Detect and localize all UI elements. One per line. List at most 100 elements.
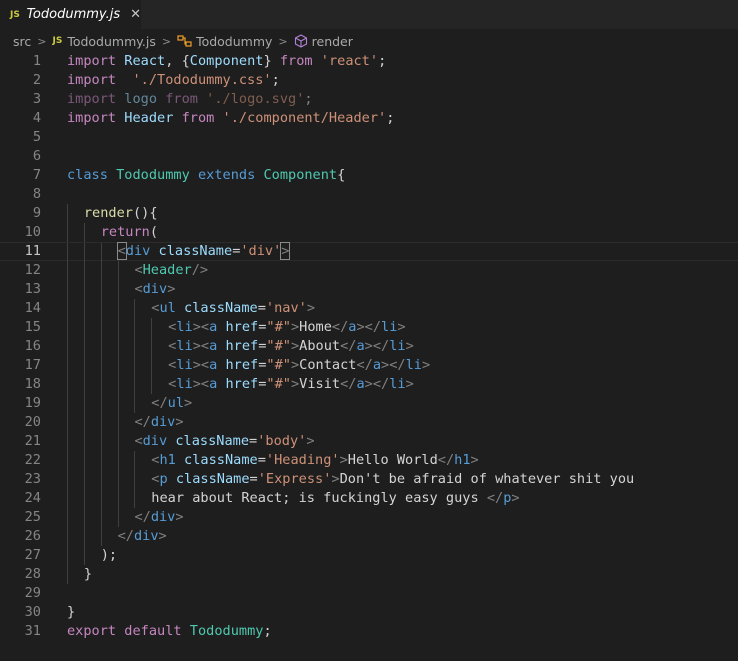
indent-guide (83, 356, 85, 375)
code-line[interactable]: 29 (0, 584, 738, 603)
indent-guide (67, 527, 68, 546)
code-line[interactable]: 20 </div> (0, 413, 738, 432)
line-number: 7 (32, 167, 41, 183)
code-line[interactable]: 17 <li><a href="#">Contact</a></li> (0, 356, 738, 375)
code-line[interactable]: 18 <li><a href="#">Visit</a></li> (0, 375, 738, 394)
indent-guide (67, 337, 68, 356)
code-token: = (257, 300, 266, 316)
code-line[interactable]: 28} (0, 565, 738, 584)
code-token: Tododummy (116, 167, 190, 183)
code-content: import Header from './component/Header'; (67, 109, 394, 128)
line-number: 21 (24, 433, 41, 449)
code-line[interactable]: 24 hear about React; is fuckingly easy gu… (0, 489, 738, 508)
indent-guide (67, 546, 68, 565)
code-line[interactable]: 13 <div> (0, 280, 738, 299)
code-token: li (381, 319, 398, 335)
code-content: <li><a href="#">Contact</a></li> (168, 356, 430, 375)
code-token: { (337, 167, 346, 183)
code-token: < (134, 281, 143, 297)
code-token: './logo.svg' (206, 91, 305, 107)
code-line[interactable]: 3 import logo from './logo.svg'; (0, 90, 738, 109)
code-token: = (249, 471, 258, 487)
code-line[interactable]: 8 (0, 185, 738, 204)
javascript-file-icon: JS (52, 36, 63, 46)
code-token: ul (159, 300, 176, 316)
breadcrumb-method[interactable]: render (294, 34, 353, 49)
code-token: ; (271, 72, 280, 88)
code-line[interactable]: 14 <ul className='nav'> (0, 299, 738, 318)
code-token: "#" (266, 376, 291, 392)
code-line[interactable]: 1 import React, {Component} from 'react'; (0, 52, 738, 71)
code-token: ; (378, 53, 387, 69)
code-content: </ul> (151, 394, 192, 413)
code-token: Hello World (347, 452, 438, 468)
indent-guide (83, 243, 85, 262)
code-editor[interactable]: 1 import React, {Component} from 'react';… (0, 52, 738, 661)
code-token: class (67, 167, 108, 183)
code-line[interactable]: 6 (0, 147, 738, 166)
code-token: "#" (266, 338, 291, 354)
code-line[interactable]: 27); (0, 546, 738, 565)
code-token: className (158, 243, 233, 259)
indent-guide (117, 337, 119, 356)
indent-guide (83, 394, 85, 413)
code-line[interactable]: 16 <li><a href="#">About</a></li> (0, 337, 738, 356)
code-token: 'Express' (257, 471, 332, 487)
code-line[interactable]: 5 (0, 128, 738, 147)
code-line[interactable]: 2 import './Tododummy.css'; (0, 71, 738, 90)
tab-tododummy-js[interactable]: JS Tododummy.js ✕ (0, 0, 141, 29)
code-token: extends (197, 167, 256, 183)
indent-guide (100, 375, 102, 394)
code-token: a (372, 357, 382, 373)
indent-guide (100, 508, 102, 527)
code-line[interactable]: 23 <p className='Express'>Don't be afraid… (0, 470, 738, 489)
code-line[interactable]: 15 <li><a href="#">Home</a></li> (0, 318, 738, 337)
code-token: className (175, 433, 250, 449)
code-line[interactable]: 11 <div className='div'> (0, 242, 738, 262)
breadcrumb-folder[interactable]: src (13, 34, 31, 49)
code-token: > (290, 357, 300, 373)
code-line[interactable]: 10 return( (0, 223, 738, 242)
line-number: 18 (24, 376, 41, 392)
indent-guide (134, 470, 136, 489)
code-line[interactable]: 12 <Header/> (0, 261, 738, 280)
code-content: } (84, 565, 92, 584)
indent-guide (83, 451, 85, 470)
indent-guide (100, 413, 102, 432)
code-token: > (175, 414, 184, 430)
code-token: </ (486, 490, 504, 506)
code-token: >< (192, 319, 210, 335)
breadcrumb-file[interactable]: JS Tododummy.js (52, 34, 155, 49)
code-token: a (356, 376, 365, 392)
indent-guide (83, 508, 85, 527)
code-line[interactable]: 21 <div className='body'> (0, 432, 738, 451)
indent-guide (100, 489, 102, 508)
indent-guide (100, 299, 102, 318)
code-line[interactable]: 25 </div> (0, 508, 738, 527)
line-number: 1 (32, 53, 41, 69)
code-token: Tododummy (189, 623, 264, 639)
code-line[interactable]: 4 import Header from './component/Header'… (0, 109, 738, 128)
indent-guide (67, 413, 68, 432)
breadcrumb-method-label: render (311, 33, 353, 49)
code-content: return( (101, 223, 158, 242)
indent-guide (83, 527, 85, 546)
close-icon[interactable]: ✕ (130, 7, 141, 22)
indent-guide (67, 451, 68, 470)
breadcrumb-class[interactable]: Tododummy (177, 34, 272, 49)
indent-guide (117, 470, 119, 489)
code-line[interactable]: 7 class Tododummy extends Component{ (0, 166, 738, 185)
line-number: 22 (24, 452, 41, 468)
code-line[interactable]: 31 export default Tododummy; (0, 622, 738, 641)
code-token: = (257, 452, 266, 468)
code-line[interactable]: 19 </ul> (0, 394, 738, 413)
code-line[interactable]: 22 <h1 className='Heading'>Hello World</h… (0, 451, 738, 470)
code-token: > (306, 433, 315, 449)
code-line[interactable]: 30} (0, 603, 738, 622)
code-line[interactable]: 9 render(){ (0, 204, 738, 223)
code-line[interactable]: 26 </div> (0, 527, 738, 546)
